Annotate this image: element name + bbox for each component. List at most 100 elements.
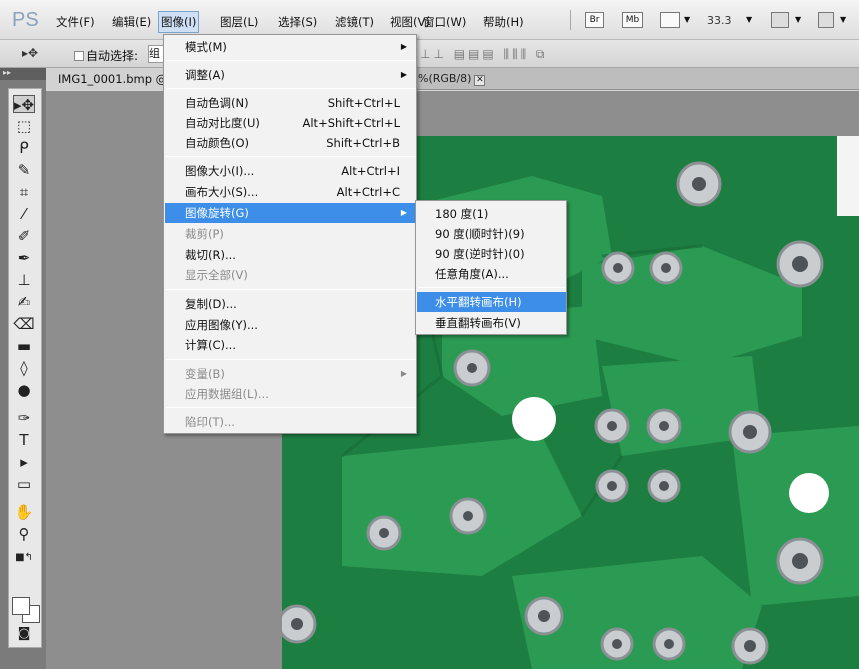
path-select-tool-icon[interactable]: ▸ — [13, 453, 35, 471]
menu-item-label: 陷印(T)... — [185, 415, 235, 429]
screen-mode-icon[interactable] — [818, 12, 834, 28]
blur-tool-icon[interactable]: ◊ — [13, 359, 35, 377]
menu-item-canvas-size[interactable]: 画布大小(S)... Alt+Ctrl+C — [165, 182, 416, 202]
arrange-documents-icon[interactable] — [771, 12, 789, 28]
menu-separator — [166, 289, 416, 290]
hand-tool-icon[interactable]: ✋ — [13, 503, 35, 521]
menu-item-rotate-90-cw[interactable]: 90 度(顺时针)(9) — [417, 224, 566, 244]
pen-tool-icon[interactable]: ✑ — [13, 409, 35, 427]
menu-item-label: 模式(M) — [185, 40, 227, 54]
tools-column: ▸✥ ⬚ ᑭ ✎ ⌗ ⁄ ✐ ✒ ⊥ ✍ ⌫ ▬ ◊ ● ✑ T ▸ ▭ ✋ ⚲… — [8, 88, 42, 648]
healing-brush-tool-icon[interactable]: ✐ — [13, 227, 35, 245]
chevron-down-icon[interactable]: ▼ — [840, 15, 846, 24]
menu-item-label: 自动颜色(O) — [185, 136, 250, 150]
lasso-tool-icon[interactable]: ᑭ — [13, 139, 35, 157]
menu-item-label: 图像旋转(G) — [185, 206, 249, 220]
menu-item-variables[interactable]: 变量(B) ▶ — [165, 364, 416, 384]
menu-item-shortcut: Shift+Ctrl+B — [326, 136, 400, 150]
submenu-arrow-icon: ▶ — [400, 70, 407, 79]
menu-item-label: 自动对比度(U) — [185, 116, 260, 130]
menu-item-crop[interactable]: 裁剪(P) — [165, 224, 416, 244]
quick-mask-icon[interactable]: ◙ — [13, 625, 35, 643]
menu-help[interactable]: 帮助(H) — [483, 14, 524, 30]
menu-item-auto-contrast[interactable]: 自动对比度(U) Alt+Shift+Ctrl+L — [165, 113, 416, 133]
photoshop-logo: PS — [12, 9, 39, 31]
marquee-tool-icon[interactable]: ⬚ — [13, 117, 35, 135]
menu-item-shortcut: Alt+Ctrl+C — [336, 185, 400, 199]
menu-item-label: 显示全部(V) — [185, 268, 248, 282]
menu-window[interactable]: 窗口(W) — [423, 14, 466, 30]
eraser-tool-icon[interactable]: ⌫ — [13, 315, 35, 333]
menu-item-label: 调整(A) — [185, 68, 225, 82]
menu-file[interactable]: 文件(F) — [56, 14, 95, 30]
bridge-button[interactable]: Br — [585, 12, 604, 28]
menu-image[interactable]: 图像(I) — [158, 11, 200, 33]
menu-item-arbitrary-rotation[interactable]: 任意角度(A)... — [417, 264, 566, 284]
menu-item-flip-canvas-horizontal[interactable]: 水平翻转画布(H) — [417, 292, 566, 312]
menu-item-duplicate[interactable]: 复制(D)... — [165, 294, 416, 314]
quick-select-tool-icon[interactable]: ✎ — [13, 161, 35, 179]
menu-item-trap[interactable]: 陷印(T)... — [165, 412, 416, 432]
menu-item-auto-tone[interactable]: 自动色调(N) Shift+Ctrl+L — [165, 93, 416, 113]
gradient-tool-icon[interactable]: ▬ — [13, 337, 35, 355]
menu-filter[interactable]: 滤镜(T) — [335, 14, 374, 30]
crop-tool-icon[interactable]: ⌗ — [13, 183, 35, 201]
shape-tool-icon[interactable]: ▭ — [13, 475, 35, 493]
menu-item-image-rotation[interactable]: 图像旋转(G) ▶ — [165, 203, 416, 223]
menu-item-reveal-all[interactable]: 显示全部(V) — [165, 265, 416, 285]
mini-bridge-button[interactable]: Mb — [622, 12, 643, 28]
chevron-down-icon[interactable]: ▼ — [684, 15, 690, 24]
submenu-arrow-icon: ▶ — [400, 369, 407, 378]
brush-tool-icon[interactable]: ✒ — [13, 249, 35, 267]
tools-panel: ▸▸ ▸✥ ⬚ ᑭ ✎ ⌗ ⁄ ✐ ✒ ⊥ ✍ ⌫ ▬ ◊ ● ✑ T ▸ ▭ … — [0, 68, 46, 669]
menu-item-label: 变量(B) — [185, 367, 225, 381]
menu-separator — [166, 88, 416, 89]
zoom-tool-icon[interactable]: ⚲ — [13, 525, 35, 543]
menu-item-label: 计算(C)... — [185, 338, 236, 352]
dodge-tool-icon[interactable]: ● — [13, 381, 35, 399]
checkbox-box[interactable] — [74, 51, 84, 61]
chevron-down-icon[interactable]: ▼ — [795, 15, 801, 24]
menu-item-mode[interactable]: 模式(M) ▶ — [165, 37, 416, 57]
move-tool-icon[interactable]: ▸✥ — [13, 95, 35, 114]
eyedropper-tool-icon[interactable]: ⁄ — [13, 205, 35, 223]
swap-colors-icon[interactable]: ■↰ — [13, 549, 35, 567]
foreground-color-swatch[interactable] — [12, 597, 30, 615]
menu-item-adjustments[interactable]: 调整(A) ▶ — [165, 65, 416, 85]
view-extras-icon[interactable] — [660, 12, 680, 28]
image-menu-dropdown: 模式(M) ▶ 调整(A) ▶ 自动色调(N) Shift+Ctrl+L 自动对比度(… — [163, 34, 417, 434]
menu-select[interactable]: 选择(S) — [278, 14, 317, 30]
menu-item-label: 应用数据组(L)... — [185, 387, 269, 401]
menubar-divider — [570, 10, 571, 30]
menu-item-auto-color[interactable]: 自动颜色(O) Shift+Ctrl+B — [165, 133, 416, 153]
move-tool-preset-icon[interactable]: ▸✥ — [22, 46, 38, 60]
menu-item-label: 裁剪(P) — [185, 227, 224, 241]
chevron-down-icon[interactable]: ▼ — [746, 15, 752, 24]
menu-item-shortcut: Alt+Shift+Ctrl+L — [302, 116, 401, 130]
menu-item-calculations[interactable]: 计算(C)... — [165, 335, 416, 355]
menu-bar: PS 文件(F) 编辑(E) 图像(I) 图层(L) 选择(S) 滤镜(T) 视… — [0, 0, 859, 40]
menu-item-trim[interactable]: 裁切(R)... — [165, 245, 416, 265]
menu-item-rotate-90-ccw[interactable]: 90 度(逆时针)(0) — [417, 244, 566, 264]
auto-select-checkbox[interactable]: 自动选择: — [74, 47, 138, 64]
document-tab[interactable]: IMG1_0001.bmp @ — [46, 68, 164, 90]
menu-item-label: 自动色调(N) — [185, 96, 249, 110]
menu-separator — [166, 156, 416, 157]
type-tool-icon[interactable]: T — [13, 431, 35, 449]
menu-item-rotate-180[interactable]: 180 度(1) — [417, 204, 566, 224]
menu-item-image-size[interactable]: 图像大小(I)... Alt+Ctrl+I — [165, 161, 416, 181]
auto-select-target-dropdown[interactable]: 组 — [148, 45, 164, 63]
close-icon[interactable]: ✕ — [474, 75, 486, 86]
menu-layer[interactable]: 图层(L) — [220, 14, 258, 30]
panel-collapse-handle[interactable]: ▸▸ — [0, 68, 46, 80]
menu-edit[interactable]: 编辑(E) — [112, 14, 151, 30]
menu-item-apply-image[interactable]: 应用图像(Y)... — [165, 315, 416, 335]
zoom-level[interactable]: 33.3 — [707, 14, 732, 27]
submenu-arrow-icon: ▶ — [400, 208, 407, 217]
menu-item-apply-data-set[interactable]: 应用数据组(L)... — [165, 384, 416, 404]
history-brush-tool-icon[interactable]: ✍ — [13, 293, 35, 311]
auto-select-label: 自动选择: — [86, 49, 139, 63]
align-distribute-icons[interactable]: ⊥⊥ ▤▤▤ ⫼⫼⫼ ⧉ — [420, 47, 548, 62]
stamp-tool-icon[interactable]: ⊥ — [13, 271, 35, 289]
menu-item-flip-canvas-vertical[interactable]: 垂直翻转画布(V) — [417, 313, 566, 333]
